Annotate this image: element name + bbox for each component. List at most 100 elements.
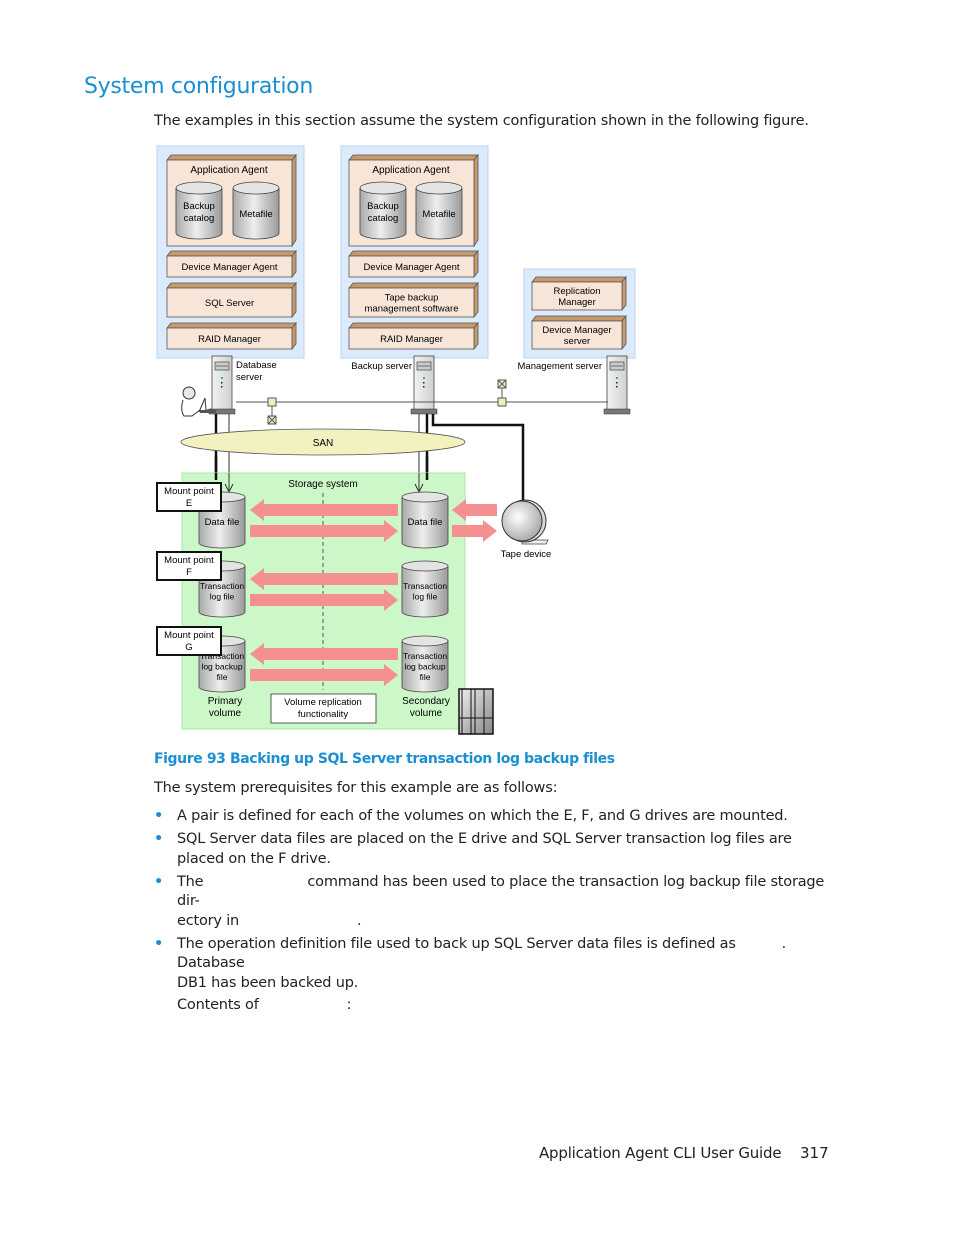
mount-point-drive: G [185, 642, 192, 653]
secondary-volume-2-label: file [420, 672, 431, 682]
bullet-text: SQL Server data files are placed on the … [177, 831, 792, 867]
bullet-text-part: DB1 has been backed up. [177, 974, 359, 991]
mount-point-g: Mount pointG [156, 626, 222, 656]
bk-metafile-label: Metafile [422, 209, 455, 220]
bullet-text-part: ectory in [177, 912, 240, 929]
replication-label2: functionality [298, 709, 348, 720]
management-server-icon [603, 355, 631, 415]
storage-rack-icon [458, 688, 494, 735]
lan-connector-2 [497, 379, 507, 407]
secondary-volume-2-label: log backup [404, 662, 445, 672]
db-device-manager-agent-box: Device Manager Agent [166, 249, 297, 279]
mount-point-label: Mount point [164, 555, 214, 566]
primary-volume-2-label: file [217, 672, 228, 682]
list-item: • The operation definition file used to b… [154, 935, 834, 1016]
bk-device-manager-agent-box: Device Manager Agent [348, 249, 479, 279]
secondary-volume-1-label: Transaction [403, 581, 447, 591]
secondary-volume-0-label: Data file [408, 517, 443, 528]
db-app-agent-label: Application Agent [190, 165, 268, 176]
primary-volume-2-label: log backup [201, 662, 242, 672]
bullet-icon: • [154, 831, 164, 847]
db-metafile-cylinder: Metafile [232, 181, 280, 240]
prerequisites-list: • A pair is defined for each of the volum… [154, 807, 834, 1019]
mount-point-label: Mount point [164, 630, 214, 641]
bullet-text-part: The [177, 873, 204, 890]
mount-point-f: Mount pointF [156, 551, 222, 581]
replication-manager-box: ReplicationManager [531, 275, 627, 312]
db-backup-catalog-label1: Backup [183, 201, 215, 212]
secondary-volume-1: Transactionlog file [401, 560, 449, 618]
db-backup-catalog-cylinder: Backup catalog [175, 181, 223, 240]
bk-backup-catalog-cylinder: Backup catalog [359, 181, 407, 240]
bk-device-manager-agent-box-label: Device Manager Agent [363, 262, 459, 273]
bullet-text-part: . [357, 912, 362, 929]
database-server-icon [208, 355, 236, 415]
bk-backup-catalog-label1: Backup [367, 201, 399, 212]
primary-volume-0-label: Data file [205, 517, 240, 528]
tape-device-label: Tape device [501, 549, 552, 560]
list-item: • The command has been used to place the t… [154, 873, 834, 932]
bk-tape-backup-software-box-label: management software [365, 304, 459, 315]
contents-of-line: Contents of: [177, 996, 834, 1016]
primary-volume-label2: volume [209, 708, 242, 719]
db-device-manager-agent-box-label: Device Manager Agent [181, 262, 277, 273]
secondary-volume-label1: Secondary [402, 696, 450, 707]
db-sql-server-box-label: SQL Server [205, 298, 254, 309]
secondary-volume-1-label: log file [413, 592, 438, 602]
replication-label1: Volume replication [284, 697, 362, 708]
device-manager-server-box: Device Managerserver [531, 314, 627, 351]
management-server-label: Management server [518, 361, 602, 372]
db-backup-catalog-label2: catalog [184, 213, 215, 224]
backup-server-icon [410, 355, 438, 415]
bullet-text: A pair is defined for each of the volume… [177, 808, 788, 824]
page-number: 317 [800, 1144, 829, 1162]
bullet-icon: • [154, 808, 164, 824]
secondary-volume-2: Transactionlog backupfile [401, 635, 449, 693]
mount-point-label: Mount point [164, 486, 214, 497]
tape-device-icon [501, 499, 549, 545]
volume-replication-box: Volume replication functionality [270, 693, 377, 724]
contents-of-colon: : [346, 997, 352, 1013]
replication-manager-box-label: Manager [558, 297, 596, 308]
primary-volume-1-label: Transaction [200, 581, 244, 591]
secondary-volume-0: Data file [401, 491, 449, 549]
bk-tape-backup-software-box-label: Tape backup [385, 293, 439, 304]
footer-title: Application Agent CLI User Guide [539, 1144, 782, 1162]
san-ellipse: SAN [180, 428, 466, 456]
bullet-text-part: command has been used to place the trans… [177, 873, 825, 910]
primary-volume-1-label: log file [210, 592, 235, 602]
san-label: SAN [313, 438, 334, 449]
figure-caption: Figure 93 Backing up SQL Server transact… [154, 751, 615, 767]
db-sql-server-box: SQL Server [166, 281, 297, 319]
primary-volume-label1: Primary [208, 696, 242, 707]
bullet-icon: • [154, 873, 164, 890]
mount-point-drive: F [186, 567, 192, 578]
database-server-label1: Database [236, 360, 277, 371]
replication-manager-box-label: Replication [554, 286, 601, 297]
lan-connector-1 [267, 397, 277, 425]
database-server-label2: server [236, 372, 262, 383]
mount-point-drive: E [186, 498, 192, 509]
bk-raid-manager-box: RAID Manager [348, 321, 479, 351]
list-item: • SQL Server data files are placed on the… [154, 830, 834, 869]
db-raid-manager-box: RAID Manager [166, 321, 297, 351]
user-icon [181, 386, 216, 417]
list-item: • A pair is defined for each of the volum… [154, 807, 834, 827]
bk-backup-catalog-label2: catalog [368, 213, 399, 224]
prerequisites-intro: The system prerequisites for this exampl… [154, 780, 558, 796]
bullet-icon: • [154, 935, 164, 952]
secondary-volume-label2: volume [410, 708, 443, 719]
secondary-volume-2-label: Transaction [403, 651, 447, 661]
db-raid-manager-box-label: RAID Manager [198, 334, 261, 345]
device-manager-server-box-label: Device Manager [542, 325, 611, 336]
bk-app-agent-label: Application Agent [372, 165, 450, 176]
storage-system-label: Storage system [288, 479, 357, 490]
bk-metafile-cylinder: Metafile [415, 181, 463, 240]
db-metafile-label: Metafile [239, 209, 272, 220]
backup-server-label: Backup server [351, 361, 412, 372]
bk-tape-backup-software-box: Tape backupmanagement software [348, 281, 479, 319]
bullet-text-part: The operation definition file used to ba… [177, 935, 736, 952]
mount-point-e: Mount pointE [156, 482, 222, 512]
system-configuration-figure: Application Agent Backup catalog Metafil… [156, 145, 636, 735]
contents-of-label: Contents of [177, 997, 259, 1013]
